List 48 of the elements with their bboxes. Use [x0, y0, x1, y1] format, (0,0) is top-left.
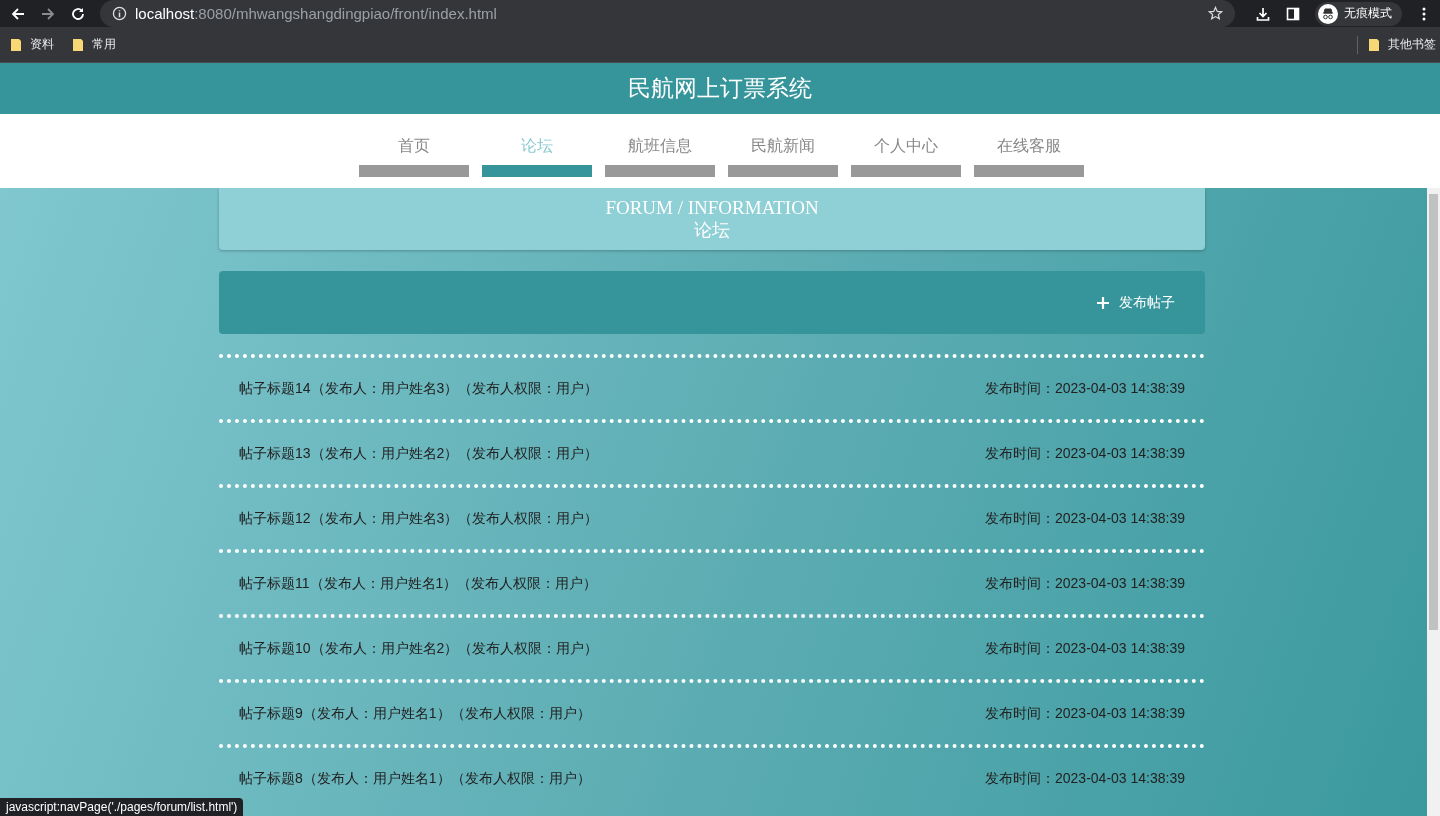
plus-icon — [1097, 296, 1109, 309]
bookmark[interactable]: 其他书签 — [1368, 36, 1436, 53]
side-panel-icon[interactable] — [1285, 5, 1301, 22]
post-time: 发布时间：2023-04-03 14:38:39 — [985, 639, 1185, 658]
bookmark[interactable]: 资料 — [10, 36, 54, 53]
nav-tab[interactable]: 首页 — [359, 114, 469, 177]
post-time: 发布时间：2023-04-03 14:38:39 — [985, 444, 1185, 463]
post-title: 帖子标题10（发布人：用户姓名2）（发布人权限：用户） — [239, 639, 599, 658]
post-title: 帖子标题8（发布人：用户姓名1）（发布人权限：用户） — [239, 769, 591, 788]
nav-tab[interactable]: 航班信息 — [605, 114, 715, 177]
post-title: 帖子标题13（发布人：用户姓名2）（发布人权限：用户） — [239, 444, 599, 463]
post-title: 帖子标题14（发布人：用户姓名3）（发布人权限：用户） — [239, 379, 599, 398]
folder-icon — [10, 37, 22, 52]
back-icon[interactable] — [10, 5, 26, 22]
status-url: javascript:navPage('./pages/forum/list.html') — [0, 798, 244, 816]
incognito-button[interactable]: 无痕模式 — [1315, 1, 1402, 26]
post-time: 发布时间：2023-04-03 14:38:39 — [985, 769, 1185, 788]
folder-icon — [72, 37, 84, 52]
folder-icon — [1368, 37, 1380, 52]
download-icon[interactable] — [1255, 5, 1271, 22]
info-icon[interactable] — [112, 6, 127, 21]
bookmark[interactable]: 常用 — [72, 36, 116, 53]
post-time: 发布时间：2023-04-03 14:38:39 — [985, 704, 1185, 723]
post-time: 发布时间：2023-04-03 14:38:39 — [985, 379, 1185, 398]
scrollbar[interactable] — [1427, 188, 1440, 816]
post-row[interactable]: 帖子标题11（发布人：用户姓名1）（发布人权限：用户） 发布时间：2023-04-03 14:38:39 — [219, 549, 1205, 614]
nav-tab[interactable]: 在线客服 — [974, 114, 1084, 177]
incognito-icon — [1318, 3, 1338, 24]
forward-icon[interactable] — [40, 5, 56, 22]
publish-button[interactable]: 发布帖子 — [1091, 292, 1181, 313]
post-row[interactable]: 帖子标题12（发布人：用户姓名3）（发布人权限：用户） 发布时间：2023-04-03 14:38:39 — [219, 484, 1205, 549]
post-title: 帖子标题12（发布人：用户姓名3）（发布人权限：用户） — [239, 509, 599, 528]
nav-tab[interactable]: 个人中心 — [851, 114, 961, 177]
post-title: 帖子标题11（发布人：用户姓名1）（发布人权限：用户） — [239, 574, 598, 593]
reload-icon[interactable] — [70, 5, 86, 22]
section-title: 论坛 — [694, 219, 730, 241]
nav-tab[interactable]: 民航新闻 — [728, 114, 838, 177]
post-time: 发布时间：2023-04-03 14:38:39 — [985, 574, 1185, 593]
post-row[interactable]: 帖子标题13（发布人：用户姓名2）（发布人权限：用户） 发布时间：2023-04-03 14:38:39 — [219, 419, 1205, 484]
post-row[interactable]: 帖子标题9（发布人：用户姓名1）（发布人权限：用户） 发布时间：2023-04-03 14:38:39 — [219, 679, 1205, 744]
section-title-en: FORUM / INFORMATION — [605, 197, 819, 219]
post-title: 帖子标题9（发布人：用户姓名1）（发布人权限：用户） — [239, 704, 591, 723]
post-row[interactable]: 帖子标题14（发布人：用户姓名3）（发布人权限：用户） 发布时间：2023-04-03 14:38:39 — [219, 354, 1205, 419]
address-bar[interactable]: localhost:8080/mhwangshangdingpiao/front/index.html — [100, 0, 1235, 27]
post-time: 发布时间：2023-04-03 14:38:39 — [985, 509, 1185, 528]
site-title: 民航网上订票系统 — [628, 74, 812, 103]
post-row[interactable]: 帖子标题10（发布人：用户姓名2）（发布人权限：用户） 发布时间：2023-04-03 14:38:39 — [219, 614, 1205, 679]
star-icon[interactable] — [1208, 6, 1223, 21]
